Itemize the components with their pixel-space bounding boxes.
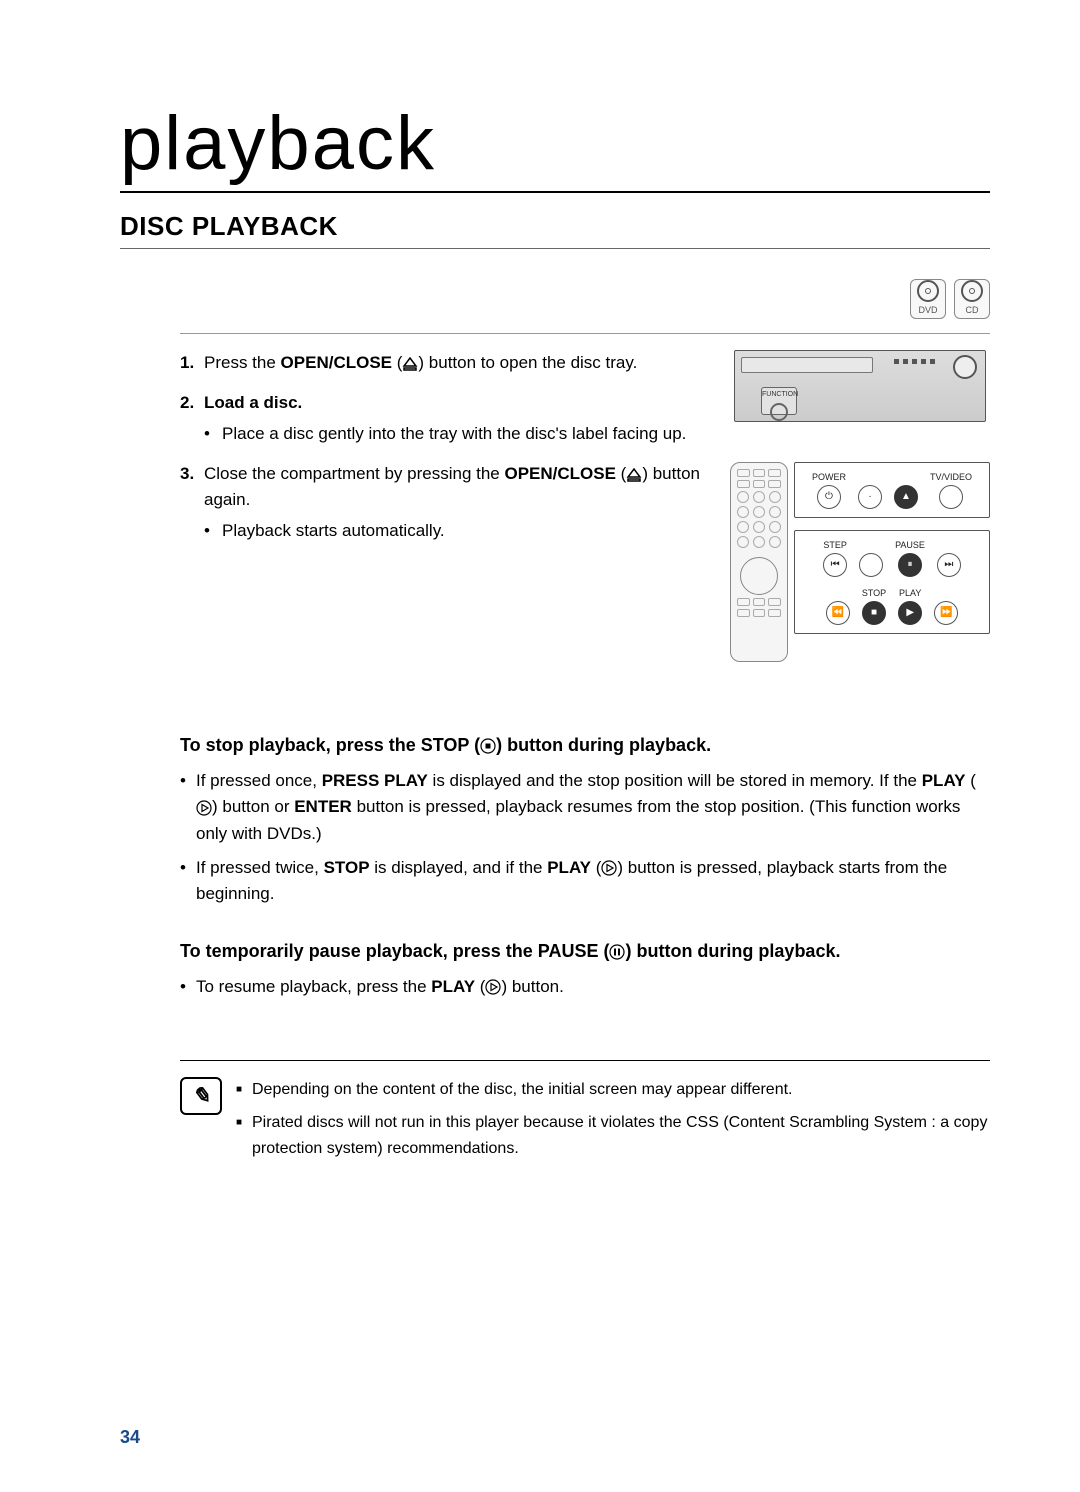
play-label: PLAY — [899, 587, 921, 601]
next-button-icon: ⏭ — [937, 553, 961, 577]
dvd-badge: DVD — [910, 279, 946, 319]
stop-bullets: •If pressed once, PRESS PLAY is displaye… — [180, 768, 990, 908]
function-panel: FUNCTION — [761, 387, 797, 415]
step-2: 2. Load a disc. •Place a disc gently int… — [180, 390, 710, 447]
steps-list: 1. Press the OPEN/CLOSE () button to ope… — [180, 350, 710, 544]
pause-label: PAUSE — [895, 539, 925, 553]
illustrations-column: FUNCTION — [730, 350, 990, 662]
step-text: Close the compartment by pressing the OP… — [204, 461, 710, 544]
function-label: FUNCTION — [762, 391, 798, 398]
pause-icon — [609, 944, 625, 960]
stop-label: STOP — [862, 587, 886, 601]
eject-icon — [402, 357, 418, 371]
divider — [180, 333, 990, 334]
step-text: Press the OPEN/CLOSE () button to open t… — [204, 350, 637, 376]
note-text: Pirated discs will not run in this playe… — [252, 1110, 990, 1161]
tv-video-label: TV/VIDEO — [930, 471, 972, 485]
step-number: 3. — [180, 461, 204, 544]
bullet-text: If pressed twice, STOP is displayed, and… — [196, 855, 990, 908]
stop-heading: To stop playback, press the STOP () butt… — [180, 732, 990, 760]
cd-badge-label: CD — [966, 304, 979, 318]
note-icon: ✎ — [180, 1077, 222, 1115]
steps-column: 1. Press the OPEN/CLOSE () button to ope… — [180, 350, 710, 662]
section-heading: DISC PLAYBACK — [120, 211, 990, 249]
step-number: 1. — [180, 350, 204, 376]
power-button-icon: ⏻ — [817, 485, 841, 509]
bullet-text: To resume playback, press the PLAY () bu… — [196, 974, 564, 1000]
play-button-icon: ▶ — [898, 601, 922, 625]
disc-tray-icon — [741, 357, 873, 373]
note-text: Depending on the content of the disc, th… — [252, 1077, 793, 1103]
stop-button-icon: ■ — [862, 601, 886, 625]
pause-bullets: • To resume playback, press the PLAY () … — [180, 974, 990, 1000]
remote-button-icon: · — [858, 485, 882, 509]
step-3: 3. Close the compartment by pressing the… — [180, 461, 710, 544]
page-number: 34 — [120, 1427, 140, 1448]
step-sub: •Place a disc gently into the tray with … — [204, 421, 686, 447]
list-item: •If pressed twice, STOP is displayed, an… — [180, 855, 990, 908]
player-buttons-icon — [894, 359, 935, 364]
manual-page: playback DISC PLAYBACK DVD CD 1. Press t… — [0, 0, 1080, 1492]
disc-icon — [917, 280, 939, 302]
instructions-row: 1. Press the OPEN/CLOSE () button to ope… — [180, 350, 990, 662]
step-text: Load a disc. •Place a disc gently into t… — [204, 390, 686, 447]
stop-section: To stop playback, press the STOP () butt… — [180, 732, 990, 1000]
list-item: ■Pirated discs will not run in this play… — [236, 1110, 990, 1161]
stop-icon — [480, 738, 496, 754]
cd-badge: CD — [954, 279, 990, 319]
step-label: STEP — [823, 539, 847, 553]
eject-button-icon: ▲ — [894, 485, 918, 509]
disc-icon — [953, 355, 977, 379]
remote-illustration: POWER⏻ · ▲ TV/VIDEO STEP⏮ PAUSE⏸ — [730, 462, 990, 662]
prev-button-icon: ⏮ — [823, 553, 847, 577]
callout-bottom: STEP⏮ PAUSE⏸ ⏭ ⏪ STOP■ PLAY▶ ⏩ — [794, 530, 990, 634]
note-list: ■Depending on the content of the disc, t… — [236, 1077, 990, 1170]
tv-button-icon — [939, 485, 963, 509]
forward-button-icon: ⏩ — [934, 601, 958, 625]
remote-body — [730, 462, 788, 662]
list-item: •If pressed once, PRESS PLAY is displaye… — [180, 768, 990, 847]
pause-heading: To temporarily pause playback, press the… — [180, 938, 990, 966]
remote-callouts: POWER⏻ · ▲ TV/VIDEO STEP⏮ PAUSE⏸ — [794, 462, 990, 662]
dvd-badge-label: DVD — [918, 304, 937, 318]
bullet-text: If pressed once, PRESS PLAY is displayed… — [196, 768, 990, 847]
rewind-button-icon: ⏪ — [826, 601, 850, 625]
step-number: 2. — [180, 390, 204, 447]
list-item: ■Depending on the content of the disc, t… — [236, 1077, 990, 1103]
player-illustration: FUNCTION — [734, 350, 986, 422]
function-wheel-icon — [770, 403, 788, 421]
page-title: playback — [120, 100, 990, 193]
list-item: • To resume playback, press the PLAY () … — [180, 974, 990, 1000]
remote-button-icon — [859, 553, 883, 577]
nav-wheel-icon — [740, 557, 778, 595]
notes-block: ✎ ■Depending on the content of the disc,… — [180, 1060, 990, 1170]
content-area: DVD CD 1. Press the OPEN/CLOSE () button… — [120, 279, 990, 1170]
disc-type-badges: DVD CD — [180, 279, 990, 319]
callout-top: POWER⏻ · ▲ TV/VIDEO — [794, 462, 990, 518]
step-1: 1. Press the OPEN/CLOSE () button to ope… — [180, 350, 710, 376]
pause-button-icon: ⏸ — [898, 553, 922, 577]
eject-icon — [626, 468, 642, 482]
step-sub: •Playback starts automatically. — [204, 518, 710, 544]
disc-icon — [961, 280, 983, 302]
power-label: POWER — [812, 471, 846, 485]
play-icon — [485, 979, 501, 995]
